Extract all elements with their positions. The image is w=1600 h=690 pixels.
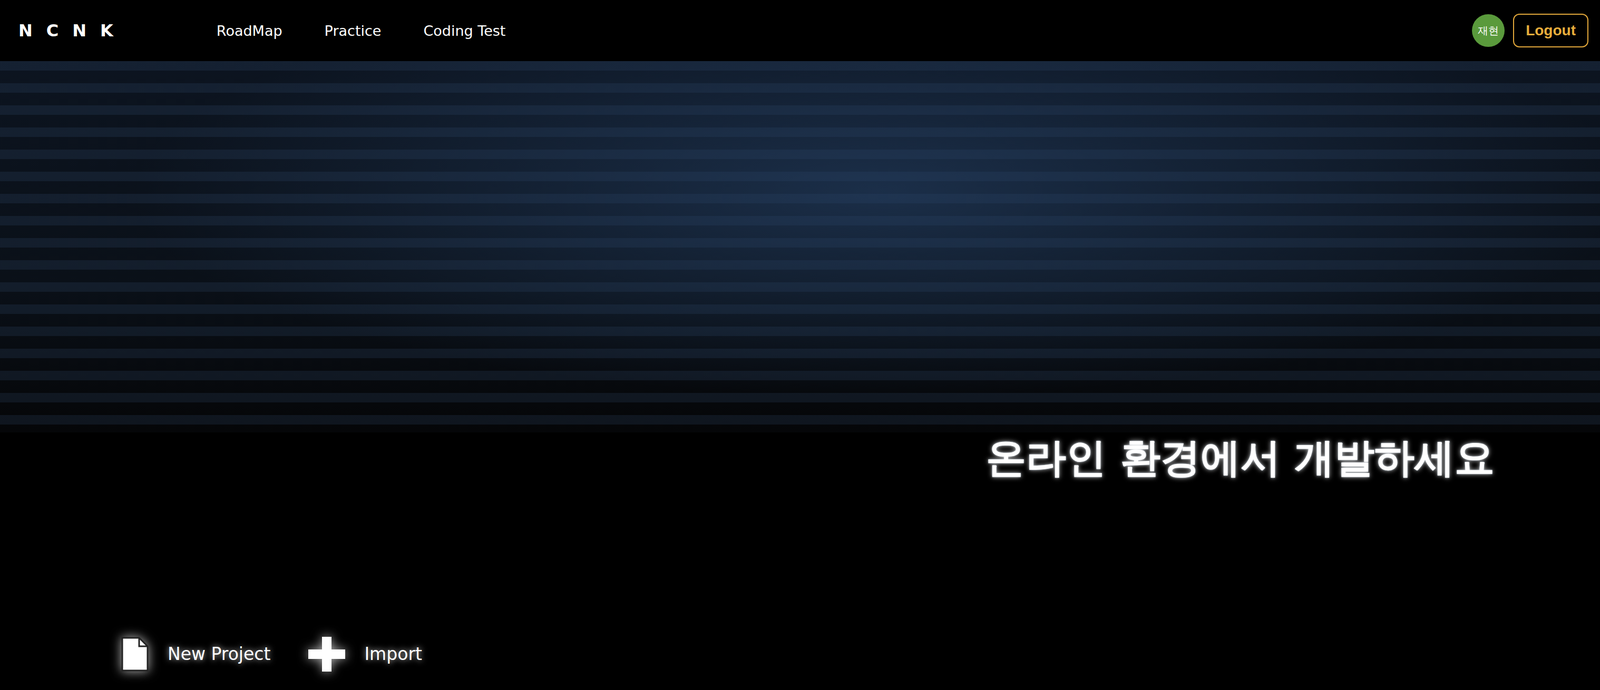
plus-icon <box>307 636 347 673</box>
main-nav: RoadMap Practice Coding Test <box>216 22 506 39</box>
action-row: New Project Import <box>0 480 1600 673</box>
nav-link[interactable]: Practice <box>324 22 382 39</box>
banner-image <box>0 61 1600 433</box>
file-icon <box>120 636 150 673</box>
new-project-button[interactable]: New Project <box>120 636 271 673</box>
headline-row: 온라인 환경에서 개발하세요 <box>0 432 1600 481</box>
nav-link[interactable]: Coding Test <box>423 22 506 39</box>
import-button[interactable]: Import <box>307 636 423 673</box>
action-label: New Project <box>167 644 271 665</box>
user-avatar[interactable]: 재현 <box>1471 14 1505 47</box>
action-label: Import <box>364 644 423 665</box>
headline: 온라인 환경에서 개발하세요 <box>986 435 1495 481</box>
logout-button[interactable]: Logout <box>1513 13 1589 48</box>
nav-link[interactable]: RoadMap <box>216 22 283 39</box>
logo[interactable]: NCNK <box>18 20 128 41</box>
top-bar: NCNK RoadMap Practice Coding Test 재현Logout <box>0 0 1600 62</box>
